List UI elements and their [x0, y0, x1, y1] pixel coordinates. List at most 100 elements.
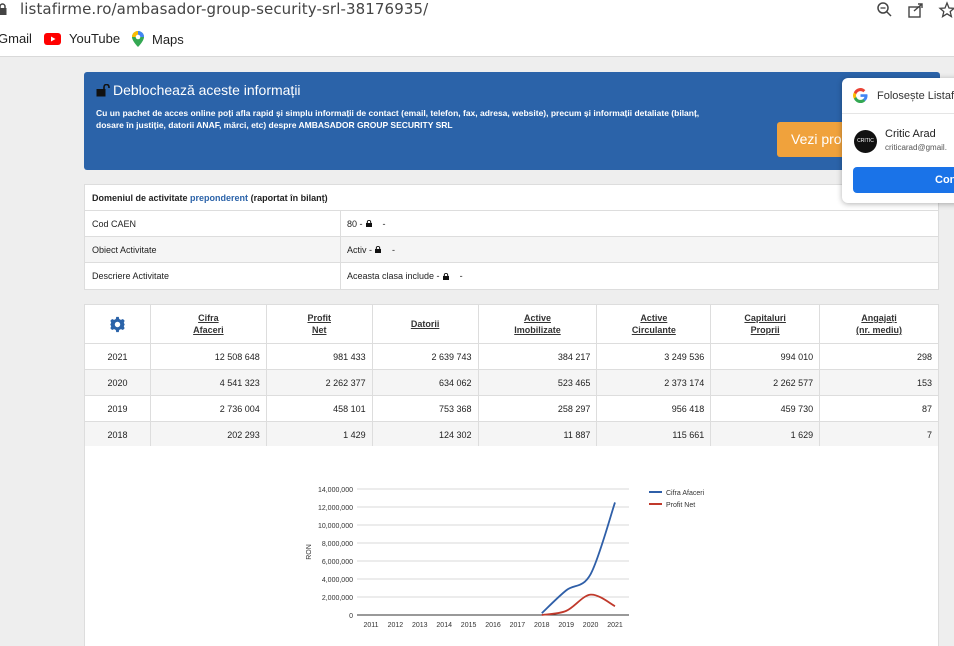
value-cell: 115 661	[597, 422, 712, 447]
banner-title: Deblochează aceste informații	[96, 82, 301, 98]
youtube-icon	[44, 32, 61, 45]
x-tick-label: 2013	[412, 622, 428, 629]
url-text[interactable]: listafirme.ro/ambasador-group-security-s…	[20, 0, 428, 18]
table-row: 2020 4 541 323 2 262 377 634 062 523 465 2 37…	[85, 370, 938, 396]
y-tick-label: 8,000,000	[322, 541, 353, 548]
legend-label: Cifra Afaceri	[666, 490, 705, 497]
banner-description: Cu un pachet de acces online poți afla r…	[96, 108, 700, 130]
column-header-datorii[interactable]: Datorii	[373, 305, 479, 343]
continue-button[interactable]: Con	[853, 167, 954, 193]
column-header-profit-net[interactable]: Profit Net	[267, 305, 373, 343]
value-cell: 7	[926, 429, 932, 440]
row-label: Descriere Activitate	[85, 263, 341, 289]
column-header-capitaluri-proprii[interactable]: Capitaluri Proprii	[711, 305, 821, 343]
x-tick-label: 2021	[607, 622, 623, 629]
x-tick-label: 2012	[388, 622, 404, 629]
bookmark-label: YouTube	[69, 31, 121, 46]
lock-icon	[0, 3, 7, 15]
table-row: Obiect Activitate Activ - -	[85, 237, 938, 263]
value-cell: 956 418	[597, 396, 712, 421]
lock-icon[interactable]	[365, 220, 372, 227]
row-label: Obiect Activitate	[85, 237, 341, 262]
row-value: Aceasta clasa include - -	[347, 271, 463, 281]
x-tick-label: 2019	[558, 622, 574, 629]
value-cell: 153	[916, 377, 932, 388]
value-cell: 298	[916, 351, 932, 362]
unlock-banner: Deblochează aceste informații Cu un pach…	[84, 72, 940, 170]
bookmarks-bar: Gmail YouTube Maps	[0, 22, 954, 57]
x-tick-label: 2017	[510, 622, 526, 629]
value-cell: 124 302	[373, 422, 479, 447]
value-cell: 1 629	[711, 422, 821, 447]
y-tick-label: 12,000,000	[318, 505, 353, 512]
row-value: 80 - -	[347, 218, 386, 229]
legend-label: Profit Net	[666, 502, 695, 509]
bookmark-label: Maps	[152, 31, 184, 47]
value-cell: 458 101	[267, 396, 373, 421]
value-cell: 2 262 577	[711, 370, 821, 395]
x-tick-label: 2015	[461, 622, 477, 629]
preponderent-link[interactable]: preponderent	[190, 193, 248, 203]
value-cell: 202 293	[151, 422, 267, 447]
lock-icon[interactable]	[375, 246, 382, 253]
bookmark-star-icon[interactable]	[938, 1, 954, 19]
value-cell: 384 217	[479, 344, 598, 369]
column-header-cifra-afaceri[interactable]: Cifra Afaceri	[151, 305, 267, 343]
gear-icon[interactable]	[109, 316, 126, 333]
year-cell: 2018	[85, 422, 151, 447]
zoom-icon[interactable]	[876, 1, 894, 19]
google-icon	[853, 88, 868, 103]
value-cell: 634 062	[373, 370, 479, 395]
chart-panel: 0 2,000,000 4,000,000 6,000,000 8,000,000 10,…	[84, 446, 939, 646]
bookmark-gmail[interactable]: Gmail	[0, 31, 32, 46]
x-tick-label: 2018	[534, 622, 550, 629]
value-cell: 11 887	[479, 422, 598, 447]
year-cell: 2021	[85, 344, 151, 369]
value-cell: 2 373 174	[597, 370, 712, 395]
column-header-angajati[interactable]: Angajați (nr. mediu)	[820, 305, 938, 343]
bookmark-label: Gmail	[0, 31, 32, 46]
x-tick-label: 2016	[485, 622, 501, 629]
table-header: Cifra Afaceri Profit Net Datorii Active Imo…	[85, 305, 938, 344]
divider	[842, 113, 954, 114]
activity-domain-heading: Domeniul de activitate preponderent (rap…	[85, 185, 938, 211]
value-cell: 2 262 377	[267, 370, 373, 395]
value-cell: 3 249 536	[597, 344, 712, 369]
y-tick-label: 2,000,000	[322, 595, 353, 602]
value-cell: 1 429	[267, 422, 373, 447]
x-tick-label: 2020	[583, 622, 599, 629]
y-tick-label: 0	[349, 613, 353, 620]
value-cell: 523 465	[479, 370, 598, 395]
y-tick-label: 14,000,000	[318, 487, 353, 494]
column-header-active-imobilizate[interactable]: Active Imobilizate	[479, 305, 598, 343]
value-cell: 2 639 743	[373, 344, 479, 369]
value-cell: 87	[921, 403, 932, 414]
bookmark-youtube[interactable]: YouTube	[44, 31, 120, 46]
share-icon[interactable]	[907, 1, 925, 19]
bookmark-maps[interactable]: Maps	[132, 31, 184, 47]
table-row: 2018 202 293 1 429 124 302 11 887 115 661 1 62…	[85, 422, 938, 448]
table-row: Cod CAEN 80 - -	[85, 211, 938, 237]
financial-table: Cifra Afaceri Profit Net Datorii Active Imo…	[84, 304, 939, 449]
value-cell: 258 297	[479, 396, 598, 421]
activity-domain-table: Domeniul de activitate preponderent (rap…	[84, 184, 939, 290]
value-cell: 459 730	[711, 396, 821, 421]
row-value: Activ - -	[347, 244, 396, 255]
y-tick-label: 4,000,000	[322, 577, 353, 584]
address-bar[interactable]: listafirme.ro/ambasador-group-security-s…	[0, 0, 954, 22]
value-cell: 4 541 323	[151, 370, 267, 395]
account-email[interactable]: criticarad@gmail.	[885, 143, 947, 152]
popup-title: Folosește Listaf	[877, 90, 954, 102]
table-row: Descriere Activitate Aceasta clasa inclu…	[85, 263, 938, 289]
table-body: 2021 12 508 648 981 433 2 639 743 384 217 3 2…	[85, 344, 938, 448]
y-tick-label: 10,000,000	[318, 523, 353, 530]
lock-icon[interactable]	[442, 272, 449, 280]
y-axis-label: RON	[306, 544, 313, 560]
column-header-active-circulante[interactable]: Active Circulante	[597, 305, 712, 343]
row-label: Cod CAEN	[85, 211, 341, 236]
account-name[interactable]: Critic Arad	[885, 128, 936, 140]
x-tick-label: 2011	[363, 622, 378, 629]
value-cell: 981 433	[267, 344, 373, 369]
year-cell: 2020	[85, 370, 151, 395]
series-line-1	[541, 593, 616, 616]
